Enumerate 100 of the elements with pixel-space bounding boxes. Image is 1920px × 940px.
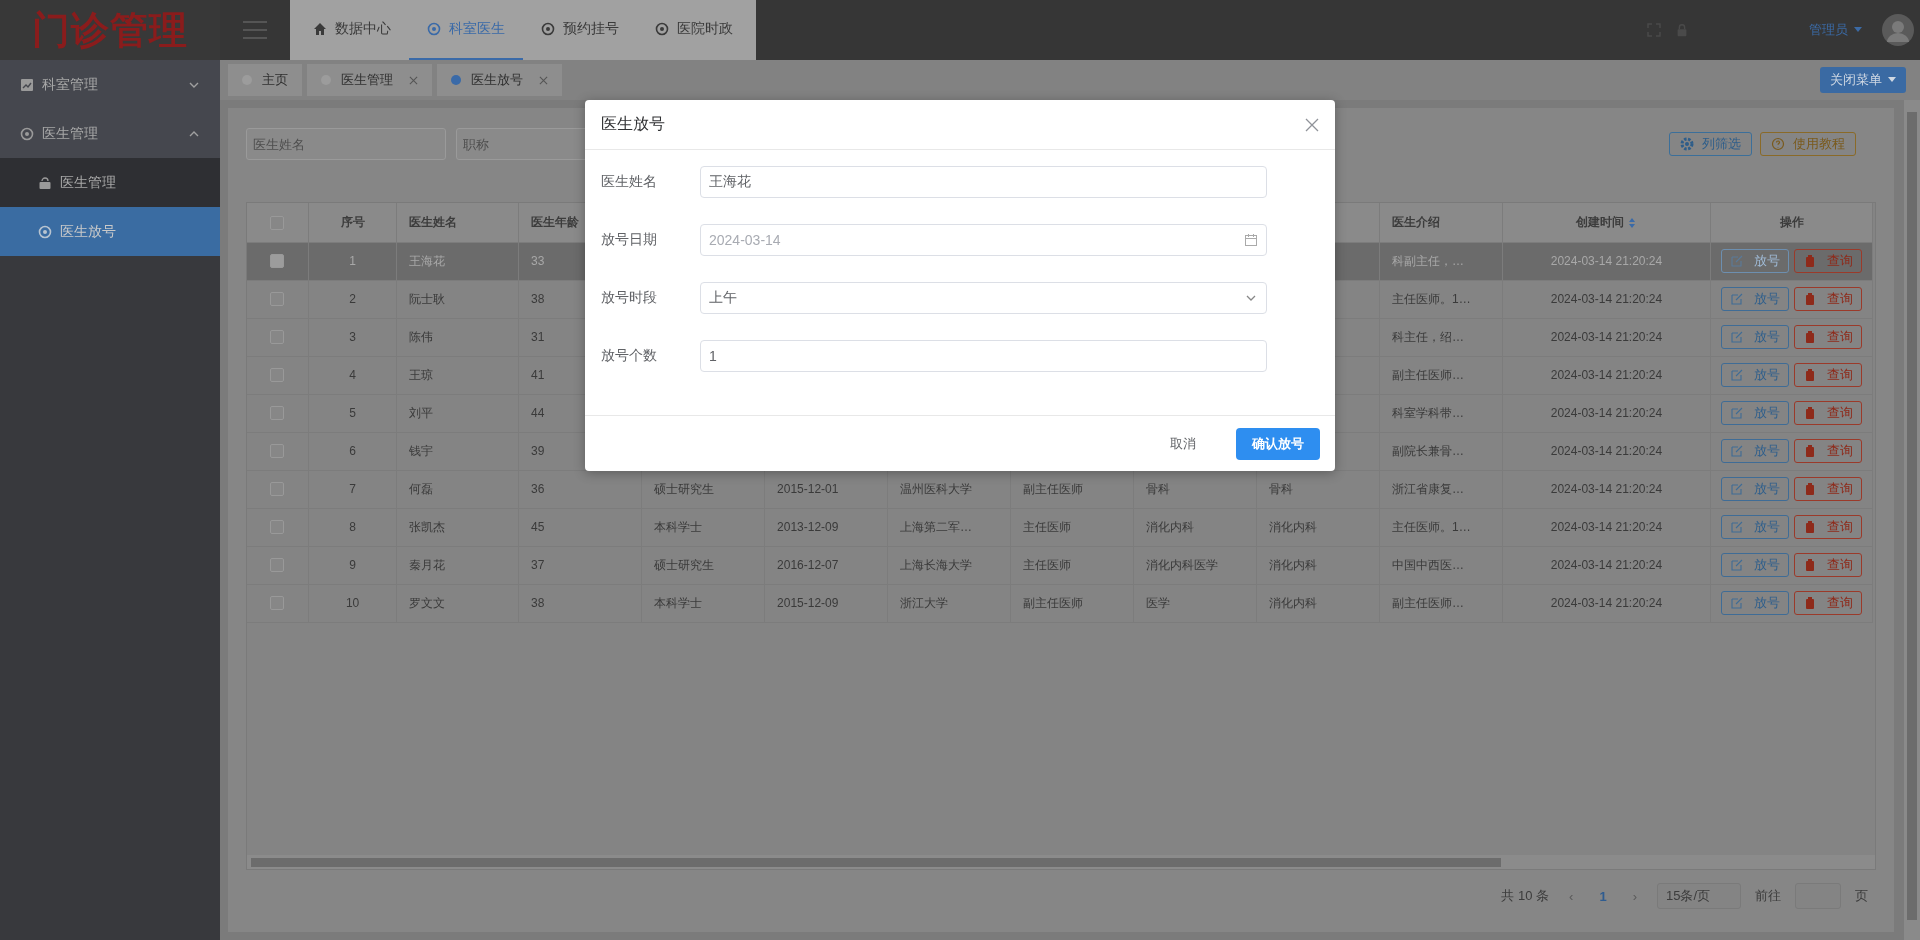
issue-button[interactable]: 放号 bbox=[1721, 401, 1789, 425]
table-cell: 骨科 bbox=[1269, 481, 1293, 496]
total-count: 共 10 条 bbox=[1501, 887, 1550, 905]
query-button[interactable]: 查询 bbox=[1794, 553, 1862, 577]
issue-button[interactable]: 放号 bbox=[1721, 363, 1789, 387]
table-cell: 张凯杰 bbox=[409, 519, 446, 534]
basket-icon bbox=[38, 175, 52, 190]
close-icon[interactable] bbox=[409, 75, 418, 85]
column-header: 医生年龄 bbox=[531, 214, 580, 229]
edit-icon bbox=[1730, 330, 1744, 344]
issue-button[interactable]: 放号 bbox=[1721, 477, 1789, 501]
menu-icon[interactable] bbox=[242, 20, 268, 40]
sidebar-item[interactable]: 医生管理 bbox=[0, 109, 220, 158]
next-page-button[interactable]: › bbox=[1626, 887, 1643, 905]
table-cell: 38 bbox=[531, 596, 545, 610]
input-field[interactable]: 1 bbox=[700, 340, 1267, 372]
table-cell: 1 bbox=[349, 254, 356, 268]
close-menu-button[interactable]: 关闭菜单 bbox=[1820, 67, 1906, 93]
table-cell: 2024-03-14 21:20:24 bbox=[1550, 444, 1663, 458]
tutorial-button[interactable]: 使用教程 bbox=[1760, 132, 1856, 156]
input-field[interactable]: 王海花 bbox=[700, 166, 1267, 198]
nav-tab[interactable]: 预约挂号 bbox=[523, 0, 637, 60]
nav-tab[interactable]: 数据中心 bbox=[295, 0, 409, 60]
column-filter-button[interactable]: 列筛选 bbox=[1669, 132, 1752, 156]
table-cell: 温州医科大学 bbox=[900, 481, 973, 496]
close-icon[interactable] bbox=[539, 75, 548, 85]
edit-icon bbox=[1730, 520, 1744, 534]
table-cell: 39 bbox=[531, 444, 545, 458]
issue-button[interactable]: 放号 bbox=[1721, 553, 1789, 577]
nav-tab[interactable]: 医院时政 bbox=[637, 0, 751, 60]
page-tab[interactable]: 主页 bbox=[228, 64, 302, 96]
checkbox[interactable] bbox=[270, 254, 285, 269]
trash-icon bbox=[1803, 254, 1817, 268]
table-cell: 38 bbox=[531, 292, 545, 306]
table-cell: 主任医师 bbox=[1023, 519, 1071, 534]
sidebar-item[interactable]: 医生放号 bbox=[0, 207, 220, 256]
table-cell: 5 bbox=[349, 406, 356, 420]
edit-icon bbox=[1730, 254, 1744, 268]
query-button[interactable]: 查询 bbox=[1794, 287, 1862, 311]
page-tab[interactable]: 医生管理 bbox=[307, 64, 432, 96]
table-cell: 2013-12-09 bbox=[777, 520, 839, 534]
query-button[interactable]: 查询 bbox=[1794, 401, 1862, 425]
prev-page-button[interactable]: ‹ bbox=[1563, 887, 1580, 905]
query-button[interactable]: 查询 bbox=[1794, 591, 1862, 615]
table-cell: 中国中西医… bbox=[1391, 557, 1464, 572]
scrollbar[interactable] bbox=[251, 857, 1501, 867]
table-cell: 3 bbox=[349, 330, 356, 344]
select-field[interactable]: 上午 bbox=[700, 282, 1267, 314]
trash-icon bbox=[1803, 330, 1817, 344]
table-cell: 44 bbox=[531, 406, 545, 420]
goto-label: 前往 bbox=[1755, 887, 1781, 905]
sidebar-item[interactable]: 医生管理 bbox=[0, 158, 220, 207]
caret-icon bbox=[1888, 77, 1896, 83]
search-field[interactable]: 医生姓名 bbox=[246, 128, 446, 160]
sort-icon[interactable] bbox=[1628, 216, 1637, 229]
page-size-select[interactable]: 15条/页 bbox=[1657, 883, 1741, 909]
column-header[interactable]: 创建时间 bbox=[1576, 214, 1625, 229]
date-field[interactable]: 2024-03-14 bbox=[700, 224, 1267, 256]
issue-button[interactable]: 放号 bbox=[1721, 249, 1789, 273]
table-cell: 消化内科 bbox=[1146, 519, 1194, 534]
table-row[interactable]: 10 罗文文 38 本科学士 2015-12-09 浙江大学 副主任医师 医学 消化内科 副主任医师… 2024-03-14 21:20:24 放号 查询 bbox=[247, 584, 1873, 622]
issue-button[interactable]: 放号 bbox=[1721, 439, 1789, 463]
table-cell: 36 bbox=[531, 482, 545, 496]
issue-button[interactable]: 放号 bbox=[1721, 325, 1789, 349]
edit-icon bbox=[1730, 292, 1744, 306]
table-cell: 2024-03-14 21:20:24 bbox=[1550, 482, 1663, 496]
table-cell: 2 bbox=[349, 292, 356, 306]
avatar[interactable] bbox=[1882, 14, 1914, 46]
query-button[interactable]: 查询 bbox=[1794, 439, 1862, 463]
issue-button[interactable]: 放号 bbox=[1721, 591, 1789, 615]
trash-icon bbox=[1803, 482, 1817, 496]
table-cell: 2024-03-14 21:20:24 bbox=[1550, 520, 1663, 534]
close-icon[interactable] bbox=[1305, 117, 1319, 132]
query-button[interactable]: 查询 bbox=[1794, 363, 1862, 387]
user-menu[interactable]: 管理员 bbox=[1803, 20, 1868, 40]
table-cell: 何磊 bbox=[409, 481, 434, 496]
page-tab[interactable]: 医生放号 bbox=[437, 64, 562, 96]
table-cell: 37 bbox=[531, 558, 545, 572]
table-cell: 秦月花 bbox=[409, 557, 446, 572]
table-cell: 骨科 bbox=[1146, 481, 1170, 496]
page-number[interactable]: 1 bbox=[1593, 887, 1613, 905]
scrollbar[interactable] bbox=[1907, 112, 1917, 920]
table-cell: 陈伟 bbox=[409, 329, 434, 344]
table-cell: 2024-03-14 21:20:24 bbox=[1550, 368, 1663, 382]
table-cell: 浙江省康复… bbox=[1391, 481, 1464, 496]
table-cell: 科室学科带… bbox=[1391, 405, 1464, 420]
query-button[interactable]: 查询 bbox=[1794, 477, 1862, 501]
query-button[interactable]: 查询 bbox=[1794, 325, 1862, 349]
edit-icon bbox=[1730, 558, 1744, 572]
confirm-button[interactable]: 确认放号 bbox=[1236, 427, 1320, 460]
column-header: 医生姓名 bbox=[409, 214, 458, 229]
table-cell: 2024-03-14 21:20:24 bbox=[1550, 254, 1663, 268]
table-cell: 8 bbox=[349, 520, 356, 534]
trash-icon bbox=[1803, 292, 1817, 306]
query-button[interactable]: 查询 bbox=[1794, 515, 1862, 539]
sidebar-item[interactable]: 科室管理 bbox=[0, 60, 220, 109]
table-cell: 罗文文 bbox=[409, 595, 446, 610]
query-button[interactable]: 查询 bbox=[1794, 249, 1862, 273]
issue-button[interactable]: 放号 bbox=[1721, 515, 1789, 539]
issue-button[interactable]: 放号 bbox=[1721, 287, 1789, 311]
